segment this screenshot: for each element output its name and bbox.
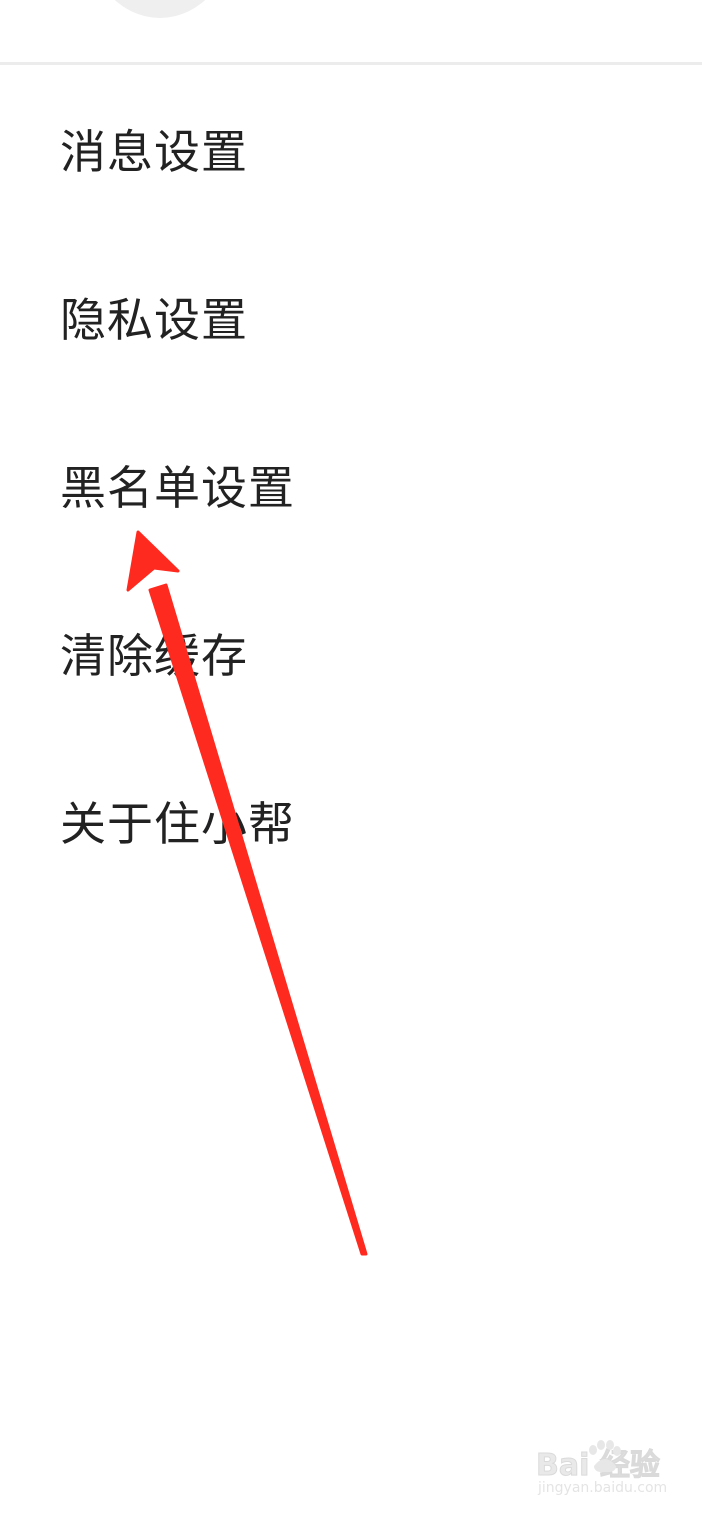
menu-item-blacklist-settings[interactable]: 黑名单设置 xyxy=(0,401,702,569)
menu-item-clear-cache[interactable]: 清除缓存 xyxy=(0,569,702,737)
watermark-url: jingyan.baidu.com xyxy=(538,1480,668,1496)
settings-menu: 消息设置 隐私设置 黑名单设置 清除缓存 关于住小帮 xyxy=(0,65,702,905)
menu-item-label: 关于住小帮 xyxy=(60,797,295,851)
menu-item-label: 黑名单设置 xyxy=(60,461,295,515)
menu-item-label: 隐私设置 xyxy=(60,293,248,347)
profile-header xyxy=(0,0,702,64)
menu-item-label: 清除缓存 xyxy=(60,629,248,683)
menu-item-message-settings[interactable]: 消息设置 xyxy=(0,65,702,233)
avatar[interactable] xyxy=(85,0,235,18)
paw-icon xyxy=(589,1440,621,1473)
menu-item-label: 消息设置 xyxy=(60,125,248,179)
menu-item-privacy-settings[interactable]: 隐私设置 xyxy=(0,233,702,401)
menu-item-about[interactable]: 关于住小帮 xyxy=(0,737,702,905)
baidu-jingyan-watermark: Bai 经验 jingyan.baidu.com xyxy=(536,1440,676,1506)
